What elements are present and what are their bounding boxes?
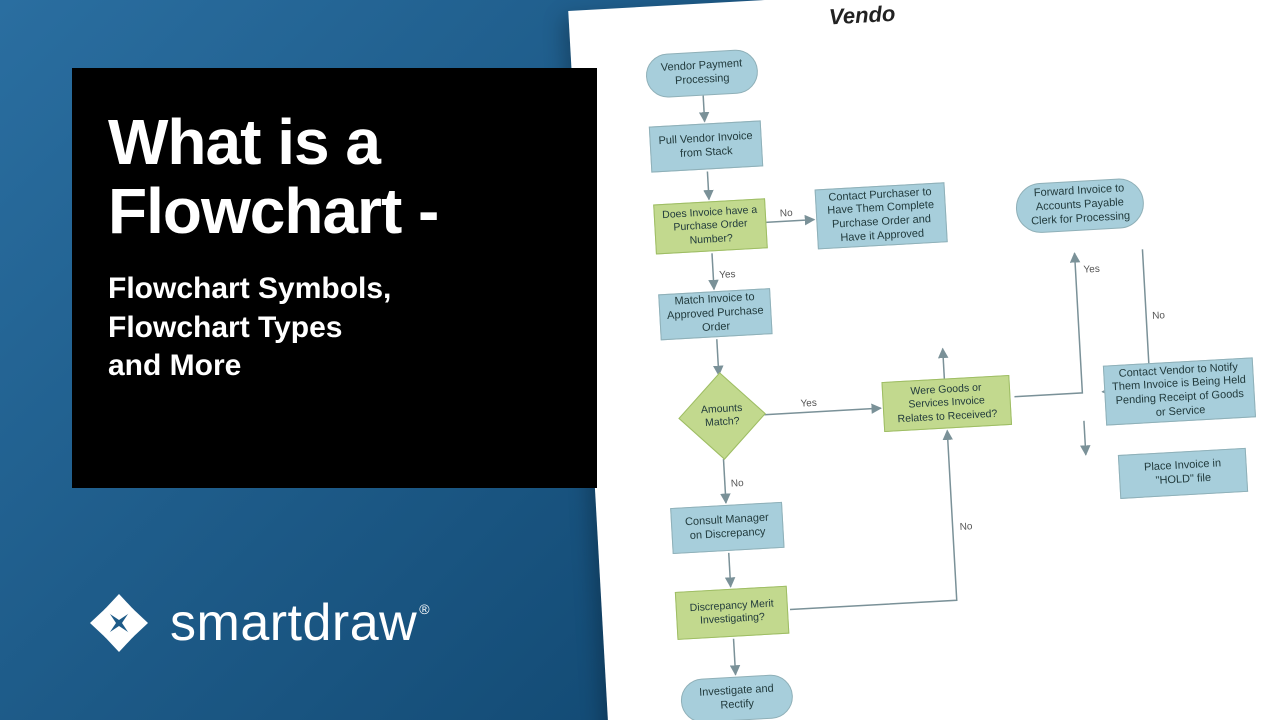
brand-lockup: smartdraw® bbox=[86, 590, 430, 656]
edge-label-yes-2: Yes bbox=[800, 398, 817, 410]
headline: What is a Flowchart - bbox=[108, 108, 561, 246]
node-start: Vendor Payment Processing bbox=[645, 49, 759, 99]
edge-label-no-2: No bbox=[1152, 310, 1166, 322]
title-panel: What is a Flowchart - Flowchart Symbols,… bbox=[72, 68, 597, 488]
node-contact: Contact Purchaser to Have Them Complete … bbox=[815, 182, 948, 249]
node-merit: Discrepancy Merit Investigating? bbox=[675, 586, 790, 640]
sub-line3: and More bbox=[108, 349, 241, 382]
headline-line1: What is a bbox=[108, 106, 380, 178]
headline-line2: Flowchart - bbox=[108, 175, 438, 247]
node-hold: Place Invoice in "HOLD" file bbox=[1118, 448, 1248, 499]
brand-name: smartdraw® bbox=[170, 593, 430, 653]
node-forward: Forward Invoice to Accounts Payable Cler… bbox=[1015, 177, 1146, 234]
sub-line2: Flowchart Types bbox=[108, 311, 343, 344]
sub-line1: Flowchart Symbols, bbox=[108, 272, 391, 305]
node-notify: Contact Vendor to Notify Them Invoice is… bbox=[1103, 357, 1256, 425]
edge-label-yes-1: Yes bbox=[719, 269, 736, 281]
edge-label-no-1: No bbox=[780, 208, 794, 220]
node-haspo: Does Invoice have a Purchase Order Numbe… bbox=[653, 198, 768, 254]
node-pull: Pull Vendor Invoice from Stack bbox=[649, 120, 763, 172]
subheadline: Flowchart Symbols, Flowchart Types and M… bbox=[108, 270, 561, 385]
flowchart-canvas: Vendo bbox=[568, 0, 1280, 720]
edge-label-no-3: No bbox=[731, 478, 745, 490]
node-match: Match Invoice to Approved Purchase Order bbox=[658, 288, 772, 340]
node-rectify: Investigate and Rectify bbox=[680, 674, 794, 720]
node-goods: Were Goods or Services Invoice Relates t… bbox=[881, 375, 1012, 432]
smartdraw-logo-icon bbox=[86, 590, 152, 656]
node-consult: Consult Manager on Discrepancy bbox=[670, 502, 784, 554]
edge-label-no-4: No bbox=[959, 521, 973, 533]
edge-label-yes-3: Yes bbox=[1083, 264, 1100, 276]
